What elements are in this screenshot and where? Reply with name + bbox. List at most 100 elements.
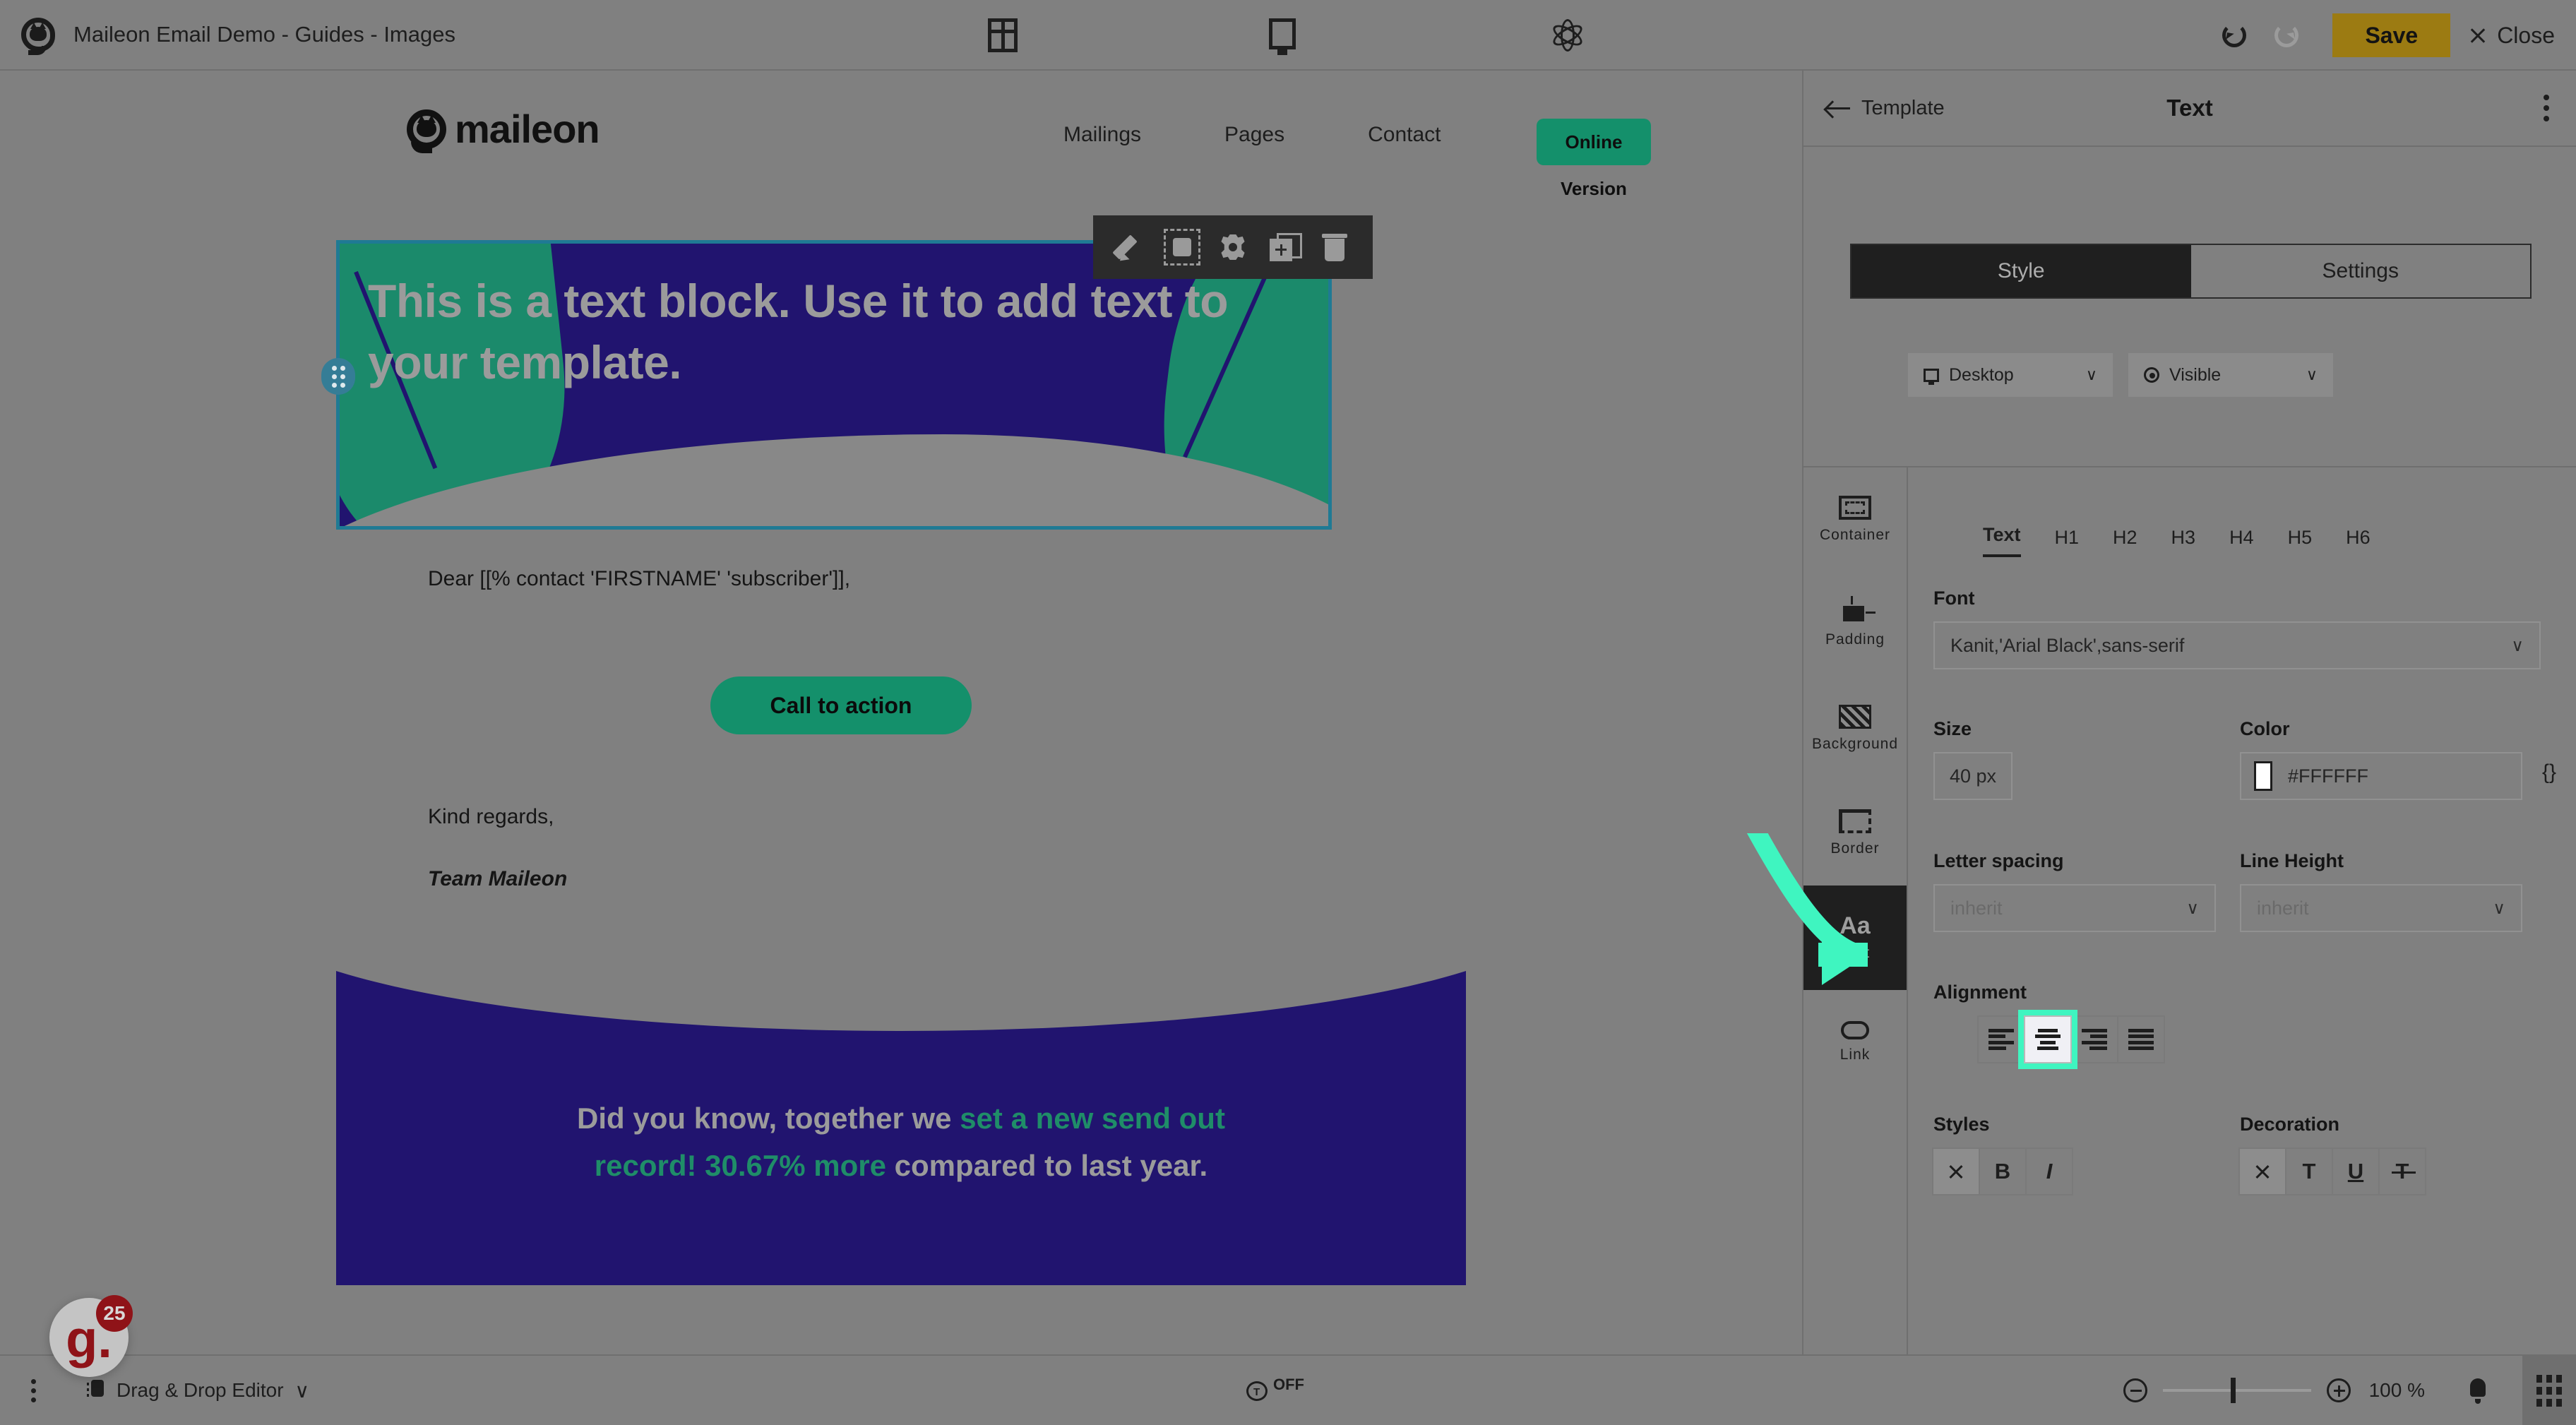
decoration-underline-button[interactable]: U	[2332, 1147, 2380, 1196]
tag-tab-h4[interactable]: H4	[2229, 527, 2254, 557]
tab-style[interactable]: Style	[1852, 245, 2191, 297]
undo-icon[interactable]	[2208, 9, 2260, 61]
layout-columns-icon[interactable]	[988, 18, 1022, 52]
letter-spacing-value: inherit	[1950, 897, 2003, 919]
pencil-edit-icon[interactable]	[1113, 229, 1150, 266]
sidebar-item-label: Container	[1819, 527, 1891, 543]
font-select[interactable]: Kanit,'Arial Black',sans-serif ∨	[1933, 621, 2541, 669]
drag-handle-icon[interactable]	[321, 358, 355, 395]
decoration-text-button[interactable]: T	[2285, 1147, 2333, 1196]
email-nav-item-1[interactable]: Pages	[1224, 123, 1284, 147]
zoom-slider-thumb[interactable]	[2231, 1378, 2236, 1403]
clear-x-icon	[1948, 1163, 1964, 1180]
zoom-in-icon[interactable]	[2326, 1378, 2351, 1402]
sidebar-item-background[interactable]: Background	[1803, 676, 1907, 781]
style-none-button[interactable]	[1932, 1147, 1980, 1196]
notification-bell-icon[interactable]	[2467, 1377, 2488, 1404]
atom-personalization-icon[interactable]	[1550, 18, 1585, 52]
align-center-button[interactable]	[2018, 1010, 2077, 1069]
sidebar-item-text[interactable]: Aa Text	[1803, 886, 1907, 990]
zoom-out-icon[interactable]	[2123, 1378, 2147, 1402]
visibility-selector[interactable]: Visible ∨	[2128, 353, 2333, 397]
email-canvas[interactable]: maileon Mailings Pages Contact Online Ve…	[0, 71, 1802, 1354]
tag-tab-h3[interactable]: H3	[2171, 527, 2196, 557]
promo-line2-plain: compared to last year.	[886, 1149, 1208, 1183]
promo-block[interactable]: Did you know, together we set a new send…	[336, 967, 1466, 1285]
support-widget-button[interactable]: g. 25	[49, 1295, 133, 1377]
link-icon	[1841, 1021, 1869, 1039]
bold-icon: B	[1994, 1159, 2011, 1183]
save-button[interactable]: Save	[2332, 13, 2451, 57]
heading-level-tabs: Text H1 H2 H3 H4 H5 H6	[1983, 524, 2371, 557]
device-selector-label: Desktop	[1949, 364, 2014, 385]
tag-tab-h5[interactable]: H5	[2288, 527, 2313, 557]
sidebar-item-label: Link	[1839, 1047, 1871, 1063]
desktop-preview-icon[interactable]	[1269, 18, 1303, 55]
sidebar-item-label: Text	[1839, 945, 1871, 961]
styles-button-group: B I	[1932, 1147, 2073, 1196]
tag-tab-h6[interactable]: H6	[2346, 527, 2371, 557]
tag-tab-h1[interactable]: H1	[2055, 527, 2080, 557]
selected-text-block[interactable]: This is a text block. Use it to add text…	[321, 240, 1332, 530]
line-height-select[interactable]: inherit ∨	[2240, 884, 2522, 932]
letter-spacing-select[interactable]: inherit ∨	[1933, 884, 2216, 932]
zoom-slider[interactable]	[2162, 1378, 2311, 1403]
decoration-none-button[interactable]	[2238, 1147, 2286, 1196]
sidebar-item-container[interactable]: Container	[1803, 467, 1907, 572]
tab-settings[interactable]: Settings	[2191, 245, 2531, 297]
color-input[interactable]: #FFFFFF	[2240, 752, 2522, 800]
duplicate-add-icon[interactable]	[1265, 229, 1302, 266]
size-input[interactable]: 40 px	[1933, 752, 2012, 800]
editor-mode-selector[interactable]: Drag & Drop Editor ∨	[87, 1379, 309, 1402]
sidebar-item-border[interactable]: Border	[1803, 781, 1907, 886]
redo-icon[interactable]	[2260, 9, 2313, 61]
tag-tab-h2[interactable]: H2	[2113, 527, 2137, 557]
close-x-icon	[2469, 26, 2487, 44]
call-to-action-button[interactable]: Call to action	[710, 676, 972, 734]
align-justify-button[interactable]	[2117, 1015, 2165, 1063]
sidebar-item-link[interactable]: Link	[1803, 990, 1907, 1095]
hero-text: This is a text block. Use it to add text…	[368, 275, 1229, 389]
sidebar-item-padding[interactable]: Padding	[1803, 572, 1907, 676]
monitor-icon	[1924, 368, 1939, 385]
panel-side-tabs: Container Padding Background Border Aa T…	[1803, 466, 1908, 1354]
close-button[interactable]: Close	[2469, 23, 2555, 49]
autosave-toggle[interactable]: T OFF	[1246, 1376, 1304, 1405]
maileon-logo-icon	[407, 109, 446, 153]
visibility-selector-label: Visible	[2169, 364, 2222, 385]
email-nav-item-2[interactable]: Contact	[1368, 123, 1441, 147]
online-version-button[interactable]: Online Version	[1537, 119, 1651, 199]
align-right-button[interactable]	[2070, 1015, 2118, 1063]
promo-line2-highlight: record! 30.67% more	[594, 1149, 886, 1183]
background-icon	[1839, 705, 1871, 729]
apps-grid-icon[interactable]	[2522, 1355, 2576, 1425]
font-select-value: Kanit,'Arial Black',sans-serif	[1950, 634, 2185, 656]
email-nav: Mailings Pages Contact	[1063, 123, 1441, 147]
promo-text: Did you know, together we set a new send…	[386, 1095, 1417, 1189]
panel-header: Template Text	[1803, 71, 2576, 147]
align-center-icon	[2035, 1029, 2061, 1050]
chevron-down-icon: ∨	[2306, 366, 2318, 383]
strikethrough-icon: T	[2391, 1159, 2416, 1183]
color-swatch[interactable]	[2254, 761, 2272, 791]
drag-drop-icon	[87, 1380, 105, 1401]
device-selector[interactable]: Desktop ∨	[1908, 353, 2113, 397]
trash-delete-icon[interactable]	[1316, 229, 1353, 266]
clear-x-icon	[2254, 1163, 2271, 1180]
alignment-label: Alignment	[1933, 982, 2027, 1003]
select-container-icon[interactable]	[1164, 229, 1200, 266]
decoration-strikethrough-button[interactable]: T	[2378, 1147, 2426, 1196]
text-t-icon: T	[2302, 1159, 2316, 1183]
decoration-button-group: T U T	[2238, 1147, 2426, 1196]
gear-settings-icon[interactable]	[1215, 229, 1251, 266]
document-title: Maileon Email Demo - Guides - Images	[73, 22, 455, 47]
style-italic-button[interactable]: I	[2025, 1147, 2073, 1196]
tag-tab-text[interactable]: Text	[1983, 524, 2021, 557]
align-left-button[interactable]	[1977, 1015, 2025, 1063]
style-bold-button[interactable]: B	[1979, 1147, 2027, 1196]
email-nav-item-0[interactable]: Mailings	[1063, 123, 1141, 147]
color-variable-icon[interactable]: {}	[2542, 761, 2556, 785]
zoom-level-label: 100 %	[2368, 1379, 2425, 1401]
more-options-icon[interactable]	[2544, 95, 2549, 121]
more-options-icon[interactable]	[31, 1378, 36, 1402]
